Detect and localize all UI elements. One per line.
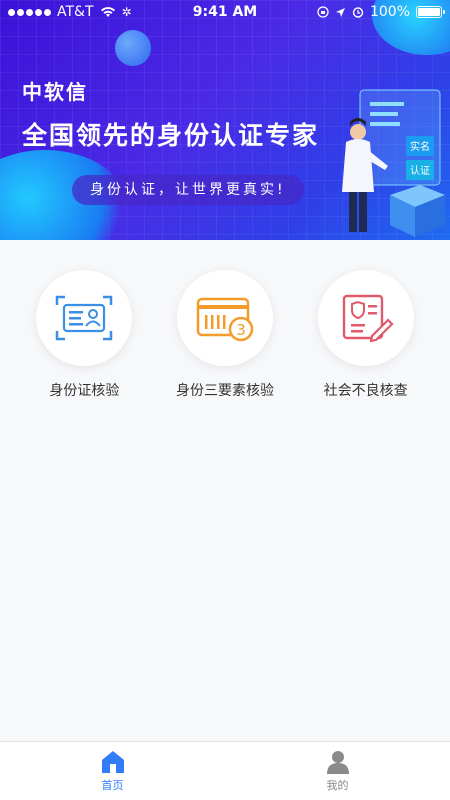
shield-document-icon xyxy=(342,294,394,343)
id-card-scan-icon xyxy=(56,295,113,341)
wifi-icon xyxy=(100,7,115,17)
status-bar: AT&T ✲ 9:41 AM 100% xyxy=(0,0,450,24)
banner-headline: 全国领先的身份认证专家 xyxy=(22,121,320,150)
tab-home[interactable]: 首页 xyxy=(0,742,225,800)
illustration-tag-auth: 认证 xyxy=(410,164,430,177)
svg-text:3: 3 xyxy=(236,321,246,339)
card-three-icon: 3 xyxy=(196,297,254,342)
bottom-tab-bar: 首页 我的 xyxy=(0,741,450,800)
tab-mine[interactable]: 我的 xyxy=(225,742,450,800)
feature-id-card-verification[interactable]: 身份证核验 xyxy=(19,270,149,400)
feature-social-misconduct-check[interactable]: 社会不良核查 xyxy=(301,270,431,400)
verification-illustration: 实名 认证 xyxy=(342,89,445,237)
tab-mine-label: 我的 xyxy=(326,779,349,792)
feature-three-factor-verification[interactable]: 3 身份三要素核验 xyxy=(160,270,290,400)
rotation-lock-icon xyxy=(317,6,329,18)
hero-banner: 中软信 全国领先的身份认证专家 身份认证，让世界更真实! 实名 认证 xyxy=(0,0,450,240)
alarm-icon xyxy=(352,7,364,18)
banner-decoration-orb xyxy=(115,30,151,66)
banner-slogan: 身份认证，让世界更真实! xyxy=(72,175,304,205)
feature-icon-circle[interactable] xyxy=(317,270,414,366)
feature-label: 身份证核验 xyxy=(49,383,120,399)
loading-spinner-icon: ✲ xyxy=(121,5,132,19)
battery-percentage: 100% xyxy=(369,4,410,20)
home-icon xyxy=(101,751,124,773)
battery-icon xyxy=(416,6,445,18)
feature-icon-circle[interactable]: 3 xyxy=(176,270,273,366)
illustration-tag-realname: 实名 xyxy=(410,140,430,153)
carrier-name: AT&T xyxy=(57,4,94,20)
user-icon xyxy=(326,751,349,774)
feature-grid: 身份证核验 3 身份三要素核验 社会不良核查 xyxy=(0,270,450,400)
feature-label: 社会不良核查 xyxy=(323,383,408,399)
tab-home-label: 首页 xyxy=(101,779,124,792)
brand-name: 中软信 xyxy=(22,80,88,104)
feature-icon-circle[interactable] xyxy=(36,270,133,366)
signal-strength-icon xyxy=(8,8,51,16)
feature-label: 身份三要素核验 xyxy=(175,383,274,399)
location-arrow-icon xyxy=(335,7,345,17)
